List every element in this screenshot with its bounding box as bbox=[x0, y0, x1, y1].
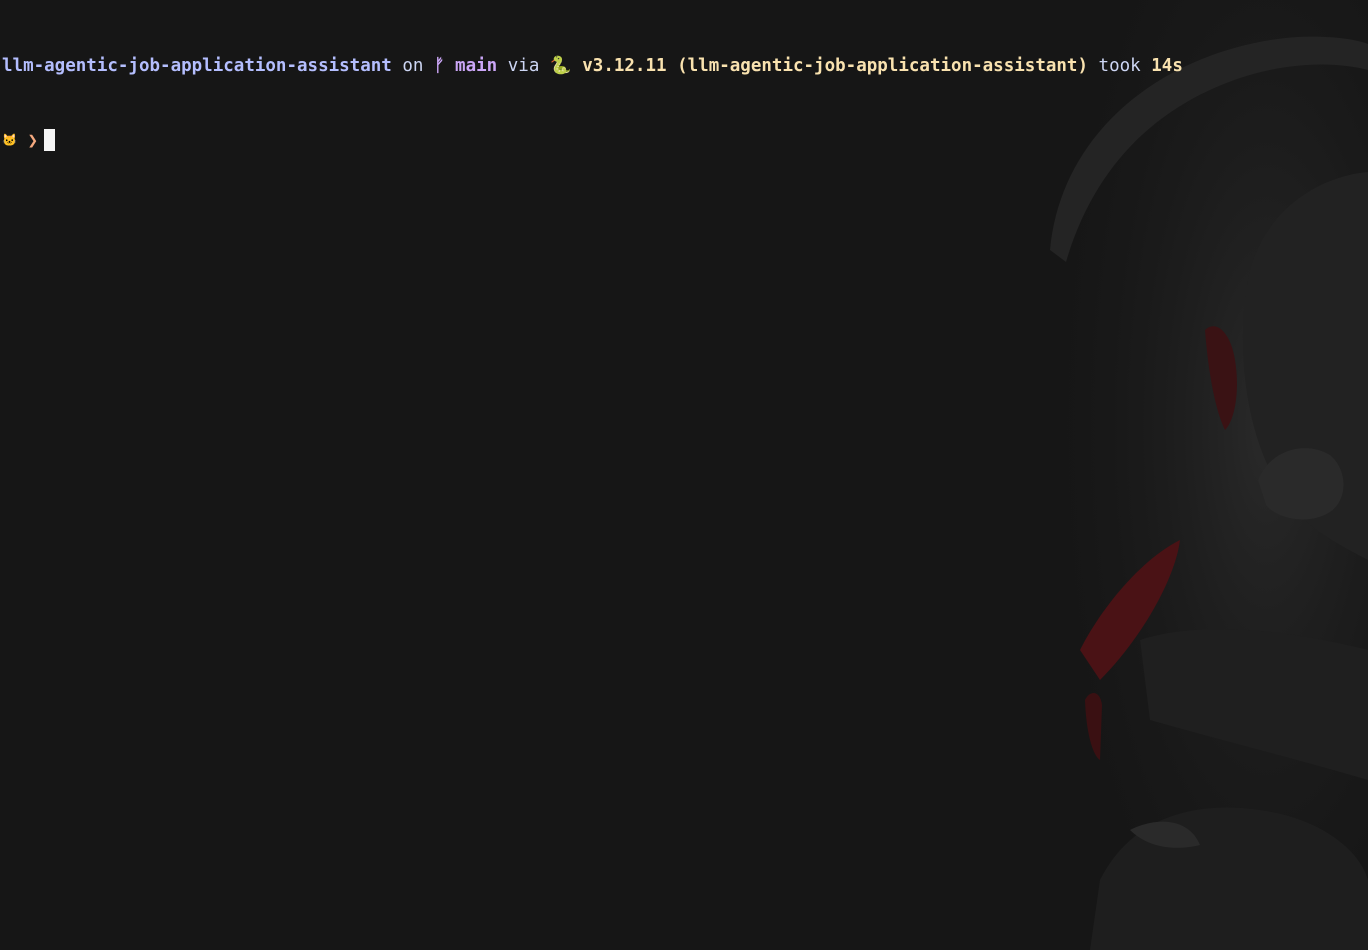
prompt-status-line: llm-agentic-job-application-assistant on… bbox=[2, 54, 1368, 80]
via-label: via bbox=[507, 56, 540, 76]
git-branch-name: main bbox=[455, 56, 498, 76]
command-duration: 14s bbox=[1151, 56, 1183, 76]
prompt-input-line[interactable]: 🐱 ❯ bbox=[2, 128, 1368, 154]
text-cursor bbox=[44, 129, 56, 151]
cat-icon: 🐱 bbox=[2, 133, 17, 147]
virtualenv-name: (llm-agentic-job-application-assistant) bbox=[677, 56, 1088, 76]
git-branch-icon: ᚠ bbox=[434, 56, 445, 76]
current-directory: llm-agentic-job-application-assistant bbox=[2, 56, 392, 76]
prompt-arrow-icon: ❯ bbox=[27, 131, 39, 151]
took-label: took bbox=[1098, 56, 1141, 76]
terminal-output: llm-agentic-job-application-assistant on… bbox=[2, 6, 1368, 202]
python-version: v3.12.11 bbox=[582, 56, 667, 76]
python-snake-icon: 🐍 bbox=[549, 56, 572, 76]
on-label: on bbox=[402, 56, 424, 76]
terminal-window[interactable]: llm-agentic-job-application-assistant on… bbox=[0, 0, 1368, 950]
